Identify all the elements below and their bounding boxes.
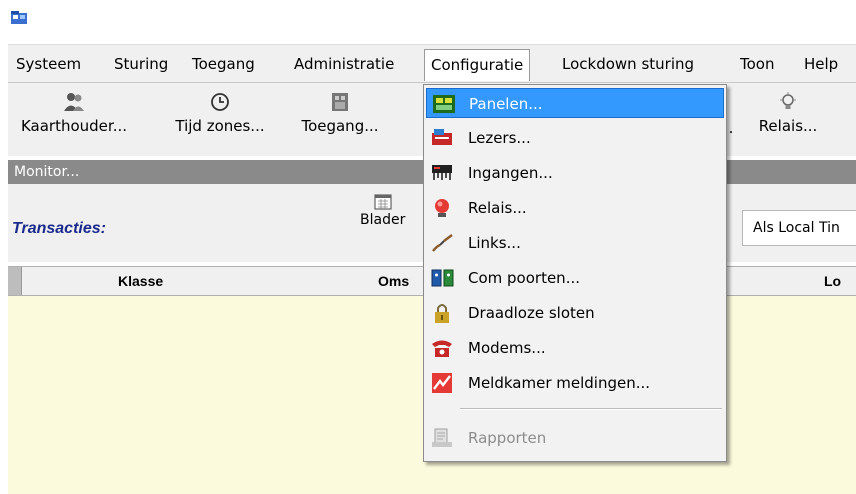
browse-label: Blader [360, 212, 406, 228]
column-header-klasse[interactable]: Klasse [118, 273, 163, 289]
column-header-omschrijving[interactable]: Oms [378, 273, 409, 289]
menu-item-meldkamer-meldingen-label: Meldkamer meldingen... [468, 374, 651, 392]
com-port-icon [431, 269, 454, 287]
menu-configuratie[interactable]: Configuratie [424, 49, 531, 81]
menu-sturing[interactable]: Sturing [108, 51, 174, 79]
link-icon [432, 234, 453, 252]
menu-item-panelen[interactable]: Panelen... [426, 88, 724, 118]
menu-item-meldkamer-meldingen[interactable]: Meldkamer meldingen... [426, 368, 724, 398]
browse-button[interactable]: Blader [360, 194, 405, 228]
calendar-icon [374, 194, 392, 210]
column-header-lokatie[interactable]: Lo [824, 273, 841, 289]
relais-button[interactable]: Relais... [758, 91, 818, 151]
menu-item-modems[interactable]: Modems... [426, 333, 724, 363]
report-icon [432, 428, 452, 447]
menu-toegang[interactable]: Toegang [186, 51, 261, 79]
menu-administratie[interactable]: Administratie [288, 51, 400, 79]
menu-item-links-label: Links... [468, 234, 521, 252]
title-bar [0, 0, 856, 44]
panel-icon [433, 95, 455, 113]
menu-help[interactable]: Help [798, 51, 844, 79]
configuratie-dropdown: Panelen... Lezers... Ingangen... Relais.… [423, 84, 727, 462]
menu-item-draadloze-sloten-label: Draadloze sloten [468, 304, 595, 322]
door-access-icon [332, 93, 348, 111]
transactions-title: Transacties: [12, 220, 106, 237]
menu-item-modems-label: Modems... [468, 339, 546, 357]
padlock-icon [435, 304, 449, 323]
menu-item-lezers-label: Lezers... [468, 129, 531, 147]
clock-icon [211, 93, 229, 111]
menu-item-links[interactable]: Links... [426, 228, 724, 258]
menu-toon[interactable]: Toon [734, 51, 780, 79]
tijd-zones-label: Tijd zones... [175, 117, 265, 135]
menu-item-rapporten[interactable]: Rapporten [426, 423, 724, 453]
menu-lockdown-sturing[interactable]: Lockdown sturing [556, 51, 700, 79]
menu-item-relais[interactable]: Relais... [426, 193, 724, 223]
menu-item-relais-label: Relais... [468, 199, 527, 217]
users-icon [64, 93, 84, 111]
menu-bar: Systeem Sturing Toegang Administratie Co… [8, 44, 856, 82]
menu-item-com-poorten-label: Com poorten... [468, 269, 580, 287]
grid-corner [8, 267, 22, 295]
toegang-label: Toegang... [301, 117, 379, 135]
relais-label: Relais... [758, 117, 818, 135]
menu-item-rapporten-label: Rapporten [468, 429, 547, 447]
toegang-button[interactable]: Toegang... [290, 91, 390, 151]
tijd-zones-button[interactable]: Tijd zones... [164, 91, 276, 151]
menu-item-ingangen-label: Ingangen... [468, 164, 553, 182]
menu-systeem[interactable]: Systeem [10, 51, 87, 79]
toolbar-hidden-label: . [728, 119, 734, 137]
lightbulb-icon [780, 92, 796, 109]
menu-separator [460, 408, 722, 410]
menu-item-panelen-label: Panelen... [469, 95, 543, 113]
menu-item-draadloze-sloten[interactable]: Draadloze sloten [426, 298, 724, 328]
telephone-icon [432, 340, 452, 357]
kaarthouder-button[interactable]: Kaarthouder... [10, 91, 138, 151]
menu-item-ingangen[interactable]: Ingangen... [426, 158, 724, 188]
reader-icon [432, 129, 452, 145]
input-icon [432, 165, 452, 180]
time-mode-select[interactable]: Als Local Tin [742, 210, 856, 246]
menu-item-lezers[interactable]: Lezers... [426, 123, 724, 153]
menu-item-com-poorten[interactable]: Com poorten... [426, 263, 724, 293]
alarm-icon [432, 373, 452, 393]
relay-icon [435, 199, 449, 217]
app-icon [11, 11, 27, 24]
kaarthouder-label: Kaarthouder... [20, 117, 128, 135]
